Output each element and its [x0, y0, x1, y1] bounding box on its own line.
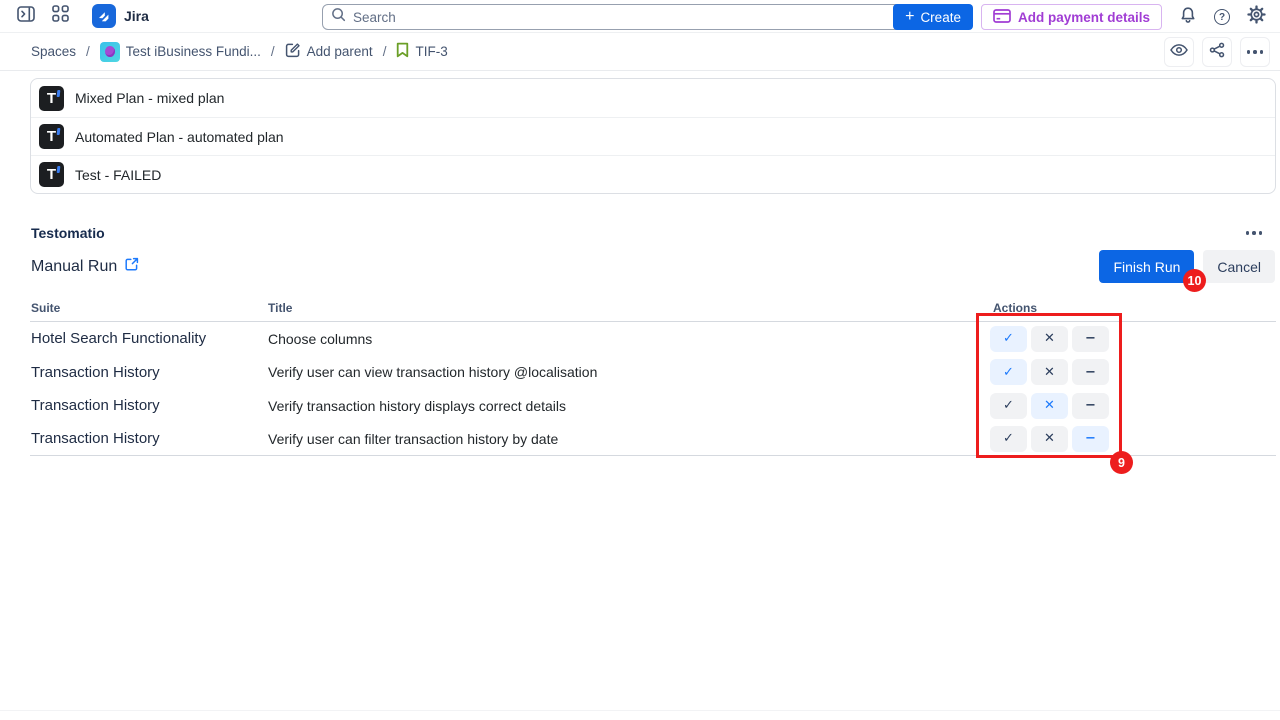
list-item[interactable]: T Mixed Plan - mixed plan — [31, 79, 1275, 117]
ellipsis-icon — [1243, 46, 1268, 58]
testomatio-logo-icon: T — [39, 86, 64, 111]
title-cell: Verify user can view transaction history… — [268, 364, 976, 380]
list-item[interactable]: T Automated Plan - automated plan — [31, 117, 1275, 155]
search-input[interactable] — [353, 10, 899, 25]
help-icon: ? — [1214, 9, 1230, 25]
test-plans-card: T Mixed Plan - mixed plan T Automated Pl… — [30, 78, 1276, 194]
page-bottom-divider — [0, 710, 1280, 711]
table-row: Transaction History Verify user can filt… — [30, 423, 1276, 457]
testomatio-logo-icon: T — [39, 162, 64, 187]
mark-skipped-button[interactable]: − — [1072, 326, 1109, 352]
add-payment-details-label: Add payment details — [1018, 10, 1150, 25]
add-payment-details-button[interactable]: Add payment details — [981, 4, 1162, 30]
app-name: Jira — [124, 8, 149, 24]
breadcrumb-separator: / — [86, 44, 90, 59]
plus-icon: + — [905, 9, 914, 25]
top-navigation-bar: Jira + Create Add payment details — [0, 0, 1280, 33]
mark-passed-button[interactable]: ✓ — [990, 393, 1027, 419]
gear-icon — [1247, 5, 1266, 29]
mark-skipped-button[interactable]: − — [1072, 426, 1109, 452]
section-title: Testomatio — [31, 225, 105, 241]
suite-cell: Transaction History — [30, 397, 268, 414]
help-button[interactable]: ? — [1208, 4, 1236, 30]
watch-button[interactable] — [1164, 37, 1194, 67]
edit-icon — [285, 42, 301, 61]
mark-failed-button[interactable]: ✕ — [1031, 326, 1068, 352]
column-header-title: Title — [268, 301, 976, 315]
settings-button[interactable] — [1242, 4, 1270, 30]
app-switcher-icon — [52, 5, 69, 27]
column-header-suite: Suite — [30, 301, 268, 315]
mark-skipped-button[interactable]: − — [1072, 359, 1109, 385]
finish-run-button[interactable]: Finish Run — [1099, 250, 1194, 283]
column-header-actions: Actions — [976, 301, 1276, 315]
notifications-button[interactable] — [1174, 4, 1202, 30]
external-link-icon[interactable] — [125, 257, 139, 276]
table-row: Hotel Search Functionality Choose column… — [30, 322, 1276, 356]
table-row: Transaction History Verify user can view… — [30, 356, 1276, 390]
list-item[interactable]: T Test - FAILED — [31, 155, 1275, 193]
title-cell: Verify transaction history displays corr… — [268, 398, 976, 414]
mark-passed-button[interactable]: ✓ — [990, 326, 1027, 352]
credit-card-icon — [993, 9, 1011, 26]
search-icon — [331, 7, 346, 27]
title-cell: Choose columns — [268, 331, 976, 347]
breadcrumb-bar: Spaces / Test iBusiness Fundi... / Add p… — [0, 33, 1280, 71]
breadcrumb-separator: / — [383, 44, 387, 59]
breadcrumb-space-name: Test iBusiness Fundi... — [126, 44, 261, 59]
title-cell: Verify user can filter transaction histo… — [268, 431, 976, 447]
table-row: Transaction History Verify transaction h… — [30, 389, 1276, 423]
eye-icon — [1169, 42, 1189, 63]
breadcrumb: Spaces / Test iBusiness Fundi... / Add p… — [31, 42, 448, 62]
space-avatar — [100, 42, 120, 62]
breadcrumb-separator: / — [271, 44, 275, 59]
cancel-button[interactable]: Cancel — [1203, 250, 1275, 283]
more-actions-button[interactable] — [1240, 37, 1270, 67]
share-icon — [1209, 42, 1225, 63]
plan-label: Automated Plan - automated plan — [75, 129, 284, 145]
share-button[interactable] — [1202, 37, 1232, 67]
section-more-button[interactable] — [1242, 227, 1267, 239]
plan-label: Test - FAILED — [75, 167, 161, 183]
suite-cell: Transaction History — [30, 364, 268, 381]
bookmark-icon — [396, 42, 409, 61]
create-button[interactable]: + Create — [893, 4, 973, 30]
global-search[interactable] — [322, 4, 908, 30]
mark-skipped-button[interactable]: − — [1072, 393, 1109, 419]
breadcrumb-add-parent[interactable]: Add parent — [285, 42, 373, 61]
mark-passed-button[interactable]: ✓ — [990, 426, 1027, 452]
mark-failed-button[interactable]: ✕ — [1031, 359, 1068, 385]
run-title: Manual Run — [31, 257, 139, 276]
breadcrumb-add-parent-label: Add parent — [307, 44, 373, 59]
breadcrumb-issue-key[interactable]: TIF-3 — [396, 42, 447, 61]
sidebar-toggle-icon — [17, 6, 35, 27]
testomatio-logo-icon: T — [39, 124, 64, 149]
plan-label: Mixed Plan - mixed plan — [75, 90, 224, 106]
mark-passed-button[interactable]: ✓ — [990, 359, 1027, 385]
breadcrumb-spaces[interactable]: Spaces — [31, 44, 76, 59]
suite-cell: Hotel Search Functionality — [30, 330, 268, 347]
app-switcher-button[interactable] — [46, 3, 74, 29]
suite-cell: Transaction History — [30, 430, 268, 447]
breadcrumb-space[interactable]: Test iBusiness Fundi... — [100, 42, 261, 62]
jira-logo-icon[interactable] — [92, 4, 116, 28]
breadcrumb-issue-key-label: TIF-3 — [415, 44, 447, 59]
sidebar-toggle-button[interactable] — [12, 3, 40, 29]
bell-icon — [1179, 6, 1197, 29]
test-results-table: Suite Title Actions Hotel Search Functio… — [30, 298, 1276, 456]
create-button-label: Create — [920, 10, 961, 25]
mark-failed-button[interactable]: ✕ — [1031, 426, 1068, 452]
table-header: Suite Title Actions — [30, 298, 1276, 322]
mark-failed-button[interactable]: ✕ — [1031, 393, 1068, 419]
